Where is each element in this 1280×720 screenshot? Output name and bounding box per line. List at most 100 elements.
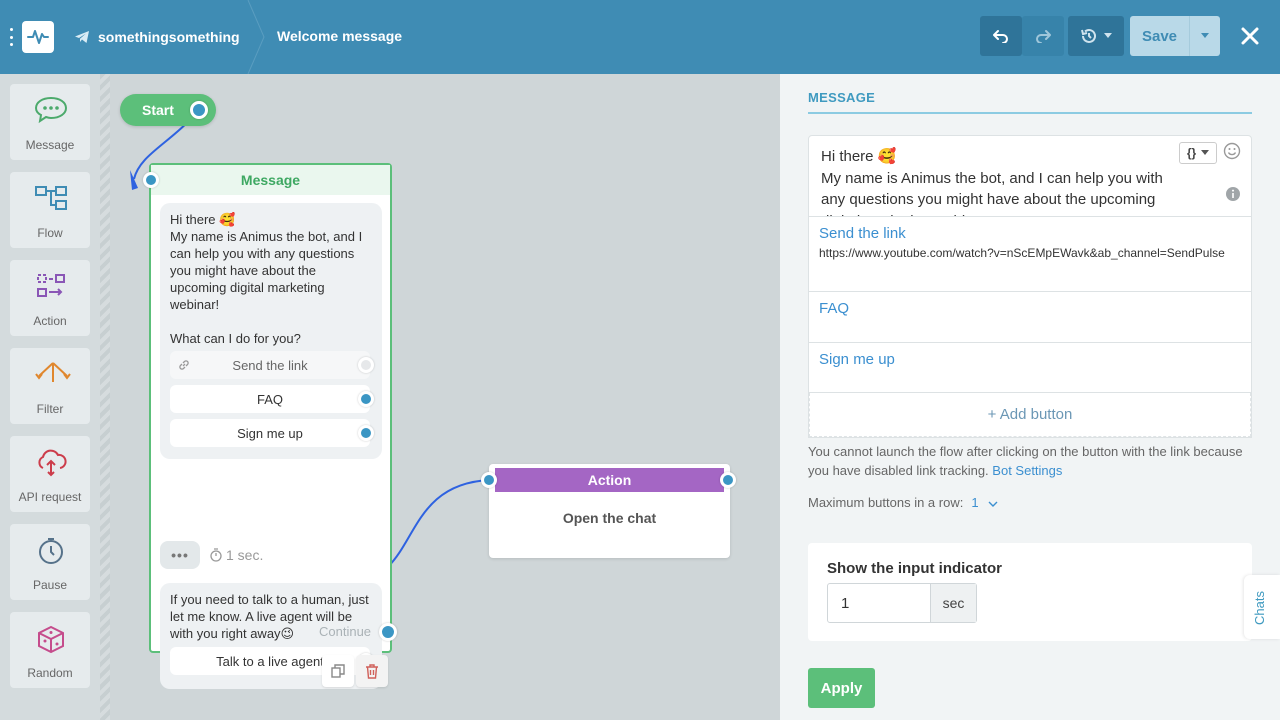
apply-button[interactable]: Apply bbox=[808, 668, 875, 708]
save-button[interactable]: Save bbox=[1130, 16, 1220, 56]
flow-name: Welcome message bbox=[277, 28, 403, 44]
input-indicator-field[interactable]: 1 sec bbox=[827, 583, 977, 623]
palette-item-filter[interactable]: Filter bbox=[10, 348, 90, 424]
button-port[interactable] bbox=[358, 425, 374, 441]
panel-button-faq[interactable]: FAQ bbox=[809, 292, 1251, 343]
max-buttons-row: Maximum buttons in a row: 1 bbox=[808, 495, 998, 510]
message-input-port[interactable] bbox=[143, 172, 159, 188]
chevron-down-icon bbox=[1201, 150, 1210, 155]
max-buttons-value: 1 bbox=[971, 495, 979, 510]
typing-indicator-icon: ••• bbox=[160, 541, 200, 569]
palette-label: Action bbox=[33, 314, 67, 328]
variables-dropdown[interactable]: {} bbox=[1179, 142, 1217, 164]
flow-icon bbox=[35, 186, 67, 210]
node-toolbar bbox=[322, 655, 388, 687]
message-bubble[interactable]: Hi there 🥰 My name is Animus the bot, an… bbox=[160, 203, 382, 459]
bot-name: somethingsomething bbox=[98, 29, 240, 45]
undo-button[interactable] bbox=[980, 16, 1022, 56]
palette-item-pause[interactable]: Pause bbox=[10, 524, 90, 600]
link-icon bbox=[179, 360, 189, 370]
message-node[interactable]: Message Hi there 🥰 My name is Animus the… bbox=[143, 163, 392, 689]
panel-title: MESSAGE bbox=[808, 90, 876, 105]
palette-label: Random bbox=[27, 666, 73, 680]
message-icon bbox=[34, 96, 68, 124]
palette-label: API request bbox=[18, 490, 82, 504]
input-indicator-value[interactable]: 1 bbox=[828, 584, 930, 622]
node-button-label: Send the link bbox=[232, 357, 308, 373]
random-icon bbox=[38, 625, 64, 654]
panel-title-underline bbox=[808, 112, 1252, 114]
palette-label: Message bbox=[25, 138, 75, 152]
close-icon[interactable] bbox=[1236, 22, 1264, 50]
variables-icon: {} bbox=[1186, 146, 1197, 160]
button-port[interactable] bbox=[358, 391, 374, 407]
save-dropdown-button[interactable] bbox=[1189, 16, 1220, 56]
panel-button-label: FAQ bbox=[819, 300, 850, 317]
node-button-send-link[interactable]: Send the link bbox=[170, 351, 374, 379]
max-buttons-select[interactable]: 1 bbox=[971, 495, 998, 510]
input-indicator-title: Show the input indicator bbox=[827, 560, 1002, 577]
add-button[interactable]: + Add button bbox=[809, 393, 1251, 437]
start-label: Start bbox=[142, 102, 174, 118]
chats-tab-label: Chats bbox=[1252, 591, 1267, 625]
input-indicator-unit: sec bbox=[930, 584, 976, 622]
emoji-icon[interactable] bbox=[1223, 142, 1241, 160]
more-menu-icon[interactable] bbox=[9, 28, 13, 46]
delete-button[interactable] bbox=[356, 655, 388, 687]
message-node-title: Message bbox=[151, 165, 390, 195]
panel-button-send-link[interactable]: Send the link https://www.youtube.com/wa… bbox=[809, 217, 1251, 292]
filter-icon bbox=[35, 362, 71, 382]
panel-button-sign-up[interactable]: Sign me up bbox=[809, 343, 1251, 393]
app-logo[interactable] bbox=[22, 21, 54, 53]
palette-item-random[interactable]: Random bbox=[10, 612, 90, 688]
copy-icon bbox=[331, 664, 345, 678]
breadcrumb-bot[interactable]: somethingsomething bbox=[74, 27, 240, 47]
node-button-sign-up[interactable]: Sign me up bbox=[170, 419, 374, 447]
history-icon bbox=[1081, 28, 1096, 43]
input-indicator-card: Show the input indicator 1 sec bbox=[808, 543, 1252, 641]
link-tracking-note: You cannot launch the flow after clickin… bbox=[808, 442, 1258, 480]
typing-delay[interactable]: ••• 1 sec. bbox=[160, 541, 263, 569]
delay-text: 1 sec. bbox=[226, 547, 264, 563]
redo-button[interactable] bbox=[1022, 16, 1064, 56]
node-button-label: Sign me up bbox=[237, 425, 303, 441]
action-node[interactable]: Action Open the chat bbox=[481, 464, 736, 558]
action-output-port[interactable] bbox=[720, 472, 736, 488]
start-output-port[interactable] bbox=[190, 101, 208, 119]
redo-icon bbox=[1036, 30, 1051, 43]
action-node-title: Action bbox=[495, 468, 724, 492]
continue-port[interactable] bbox=[379, 623, 397, 641]
chevron-down-icon bbox=[988, 501, 998, 507]
message-text-editor[interactable]: Hi there 🥰 My name is Animus the bot, an… bbox=[808, 135, 1252, 217]
start-node[interactable]: Start bbox=[120, 94, 216, 126]
palette-label: Flow bbox=[37, 226, 63, 240]
palette-label: Pause bbox=[32, 578, 68, 592]
palette-item-message[interactable]: Message bbox=[10, 84, 90, 160]
flow-canvas[interactable]: Start Message Hi there 🥰 My name is Anim… bbox=[100, 74, 780, 720]
copy-button[interactable] bbox=[322, 655, 354, 687]
node-button-faq[interactable]: FAQ bbox=[170, 385, 374, 413]
palette-label: Filter bbox=[36, 402, 64, 416]
continue-label: Continue bbox=[319, 624, 372, 639]
palette-item-flow[interactable]: Flow bbox=[10, 172, 90, 248]
top-bar: somethingsomething Welcome message Save bbox=[0, 0, 1280, 74]
panel-button-url: https://www.youtube.com/watch?v=nScEMpEW… bbox=[819, 246, 1225, 260]
palette-item-action[interactable]: Action bbox=[10, 260, 90, 336]
api-request-icon bbox=[38, 449, 67, 477]
panel-button-label: Sign me up bbox=[819, 351, 895, 368]
breadcrumb-separator bbox=[247, 0, 265, 74]
node-button-label: Talk to a live agent bbox=[216, 653, 324, 669]
chats-tab[interactable]: Chats bbox=[1244, 575, 1280, 639]
save-label: Save bbox=[1141, 27, 1178, 45]
node-button-label: FAQ bbox=[256, 391, 283, 407]
history-button[interactable] bbox=[1068, 16, 1124, 56]
timer-icon bbox=[210, 548, 222, 562]
info-icon[interactable] bbox=[1225, 186, 1241, 202]
action-input-port[interactable] bbox=[481, 472, 497, 488]
bot-settings-link[interactable]: Bot Settings bbox=[992, 463, 1062, 478]
message-text: Hi there 🥰 My name is Animus the bot, an… bbox=[170, 212, 363, 346]
undo-icon bbox=[993, 30, 1008, 43]
palette-item-api-request[interactable]: API request bbox=[10, 436, 90, 512]
settings-panel: MESSAGE Hi there 🥰 My name is Animus the… bbox=[780, 74, 1280, 720]
button-port bbox=[358, 357, 374, 373]
